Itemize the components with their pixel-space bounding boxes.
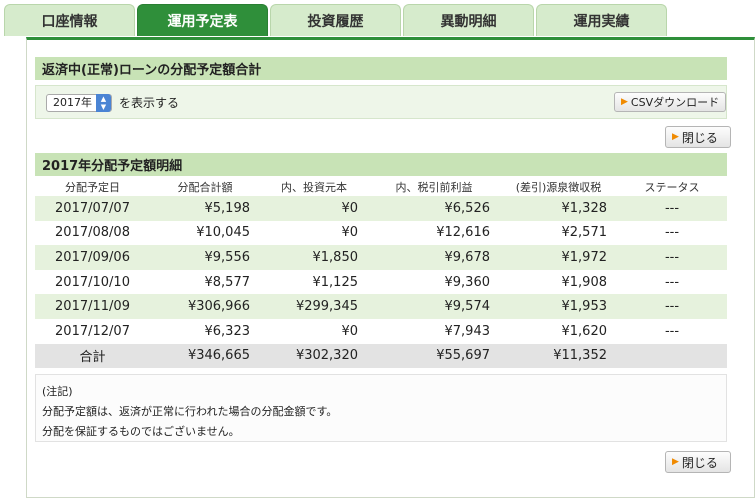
- cell-pretax-profit: ¥9,678: [368, 245, 500, 270]
- cell-status: ---: [617, 245, 727, 270]
- close-button-top[interactable]: ▶ 閉じる: [665, 126, 731, 148]
- arrow-right-icon: ▶: [672, 132, 679, 142]
- note-line: 分配を保証するものではございません。: [42, 425, 240, 438]
- cell-date: 2017/08/08: [55, 225, 130, 241]
- col-header-withholding-tax: (差引)源泉徴収税: [515, 181, 602, 194]
- cell-date: 2017/11/09: [35, 294, 150, 319]
- tab-transactions[interactable]: 異動明細: [403, 4, 534, 36]
- select-arrows-icon: ▲ ▼: [96, 94, 111, 112]
- total-amount: ¥346,665: [150, 343, 260, 369]
- cell-principal: ¥1,850: [260, 245, 368, 270]
- table-row: 2017/09/06 ¥9,556 ¥1,850 ¥9,678 ¥1,972 -…: [35, 245, 727, 270]
- col-header-date: 分配予定日: [65, 181, 120, 194]
- cell-withholding-tax: ¥1,328: [500, 196, 617, 221]
- col-header-pretax-profit: 内、税引前利益: [395, 181, 473, 194]
- arrow-right-icon: ▶: [672, 457, 679, 467]
- detail-title: 2017年分配予定額明細: [42, 159, 183, 174]
- table-row: 2017/07/07 ¥5,198 ¥0 ¥6,526 ¥1,328 ---: [35, 196, 727, 221]
- cell-withholding-tax: ¥1,972: [500, 245, 617, 270]
- cell-pretax-profit: ¥9,360: [444, 274, 491, 290]
- cell-total: ¥5,198: [150, 196, 260, 221]
- cell-status: ---: [617, 294, 727, 319]
- col-header-total: 分配合計額: [177, 181, 233, 194]
- disclaimer-note: (注記) 分配予定額は、返済が正常に行われた場合の分配金額です。 分配を保証する…: [35, 374, 727, 442]
- year-select[interactable]: 2017年 ▲ ▼: [46, 94, 112, 112]
- cell-withholding-tax: ¥2,571: [561, 225, 608, 241]
- close-button-bottom[interactable]: ▶ 閉じる: [665, 451, 731, 473]
- cell-total: ¥6,323: [204, 323, 251, 339]
- cell-principal: ¥0: [341, 323, 358, 339]
- cell-date: 2017/12/07: [55, 323, 130, 339]
- cell-status: ---: [664, 225, 680, 241]
- summary-header: 返済中(正常)ローンの分配予定額合計: [35, 57, 727, 80]
- note-heading: (注記): [42, 385, 73, 398]
- year-select-value: 2017年: [53, 96, 92, 109]
- cell-pretax-profit: ¥12,616: [436, 225, 490, 241]
- cell-pretax-profit: ¥7,943: [444, 323, 491, 339]
- summary-title: 返済中(正常)ローンの分配予定額合計: [42, 63, 262, 78]
- table-row: 2017/12/07 ¥6,323 ¥0 ¥7,943 ¥1,620 ---: [35, 319, 727, 344]
- cell-principal: ¥299,345: [260, 294, 368, 319]
- col-header-principal: 内、投資元本: [281, 181, 347, 194]
- cell-date: 2017/09/06: [35, 245, 150, 270]
- tab-bar: 口座情報 運用予定表 投資履歴 異動明細 運用実績: [0, 0, 755, 36]
- tab-account-info[interactable]: 口座情報: [4, 4, 135, 36]
- cell-total: ¥9,556: [150, 245, 260, 270]
- tab-schedule[interactable]: 運用予定表: [137, 4, 268, 36]
- cell-status: ---: [664, 274, 680, 290]
- table-row: 2017/11/09 ¥306,966 ¥299,345 ¥9,574 ¥1,9…: [35, 294, 727, 319]
- cell-total: ¥10,045: [196, 225, 250, 241]
- cell-withholding-tax: ¥1,908: [561, 274, 608, 290]
- table-total-row: 合計 ¥346,665 ¥302,320 ¥55,697 ¥11,352: [35, 343, 727, 369]
- csv-download-button[interactable]: ▶ CSVダウンロード: [614, 92, 726, 112]
- cell-date: 2017/07/07: [35, 196, 150, 221]
- distribution-table: 分配予定日 分配合計額 内、投資元本 内、税引前利益 (差引)源泉徴収税 ステー…: [35, 178, 727, 369]
- cell-pretax-profit: ¥9,574: [368, 294, 500, 319]
- tab-performance[interactable]: 運用実績: [536, 4, 667, 36]
- close-label: 閉じる: [681, 130, 718, 145]
- cell-principal: ¥0: [341, 225, 358, 241]
- tab-investment-history[interactable]: 投資履歴: [270, 4, 401, 36]
- total-pretax-profit: ¥55,697: [368, 343, 500, 369]
- table-row: 2017/08/08 ¥10,045 ¥0 ¥12,616 ¥2,571 ---: [35, 221, 727, 246]
- total-label: 合計: [35, 343, 150, 369]
- cell-total: ¥306,966: [150, 294, 260, 319]
- cell-total: ¥8,577: [204, 274, 251, 290]
- cell-pretax-profit: ¥6,526: [368, 196, 500, 221]
- detail-header: 2017年分配予定額明細: [35, 153, 727, 176]
- total-principal: ¥302,320: [260, 343, 368, 369]
- cell-withholding-tax: ¥1,953: [500, 294, 617, 319]
- arrow-right-icon: ▶: [621, 97, 628, 107]
- cell-status: ---: [664, 323, 680, 339]
- year-filter-row: 2017年 ▲ ▼ を表示する ▶ CSVダウンロード: [35, 85, 727, 119]
- table-row: 2017/10/10 ¥8,577 ¥1,125 ¥9,360 ¥1,908 -…: [35, 270, 727, 295]
- col-header-status: ステータス: [644, 181, 700, 194]
- total-withholding-tax: ¥11,352: [500, 343, 617, 369]
- close-label: 閉じる: [681, 455, 718, 470]
- cell-date: 2017/10/10: [55, 274, 130, 290]
- note-line: 分配予定額は、返済が正常に行われた場合の分配金額です。: [42, 405, 338, 418]
- cell-status: ---: [617, 196, 727, 221]
- cell-principal: ¥0: [260, 196, 368, 221]
- table-header-row: 分配予定日 分配合計額 内、投資元本 内、税引前利益 (差引)源泉徴収税 ステー…: [35, 178, 727, 196]
- cell-principal: ¥1,125: [312, 274, 359, 290]
- total-status: [617, 343, 727, 369]
- cell-withholding-tax: ¥1,620: [561, 323, 608, 339]
- year-select-suffix: を表示する: [119, 96, 180, 110]
- csv-download-label: CSVダウンロード: [630, 96, 720, 109]
